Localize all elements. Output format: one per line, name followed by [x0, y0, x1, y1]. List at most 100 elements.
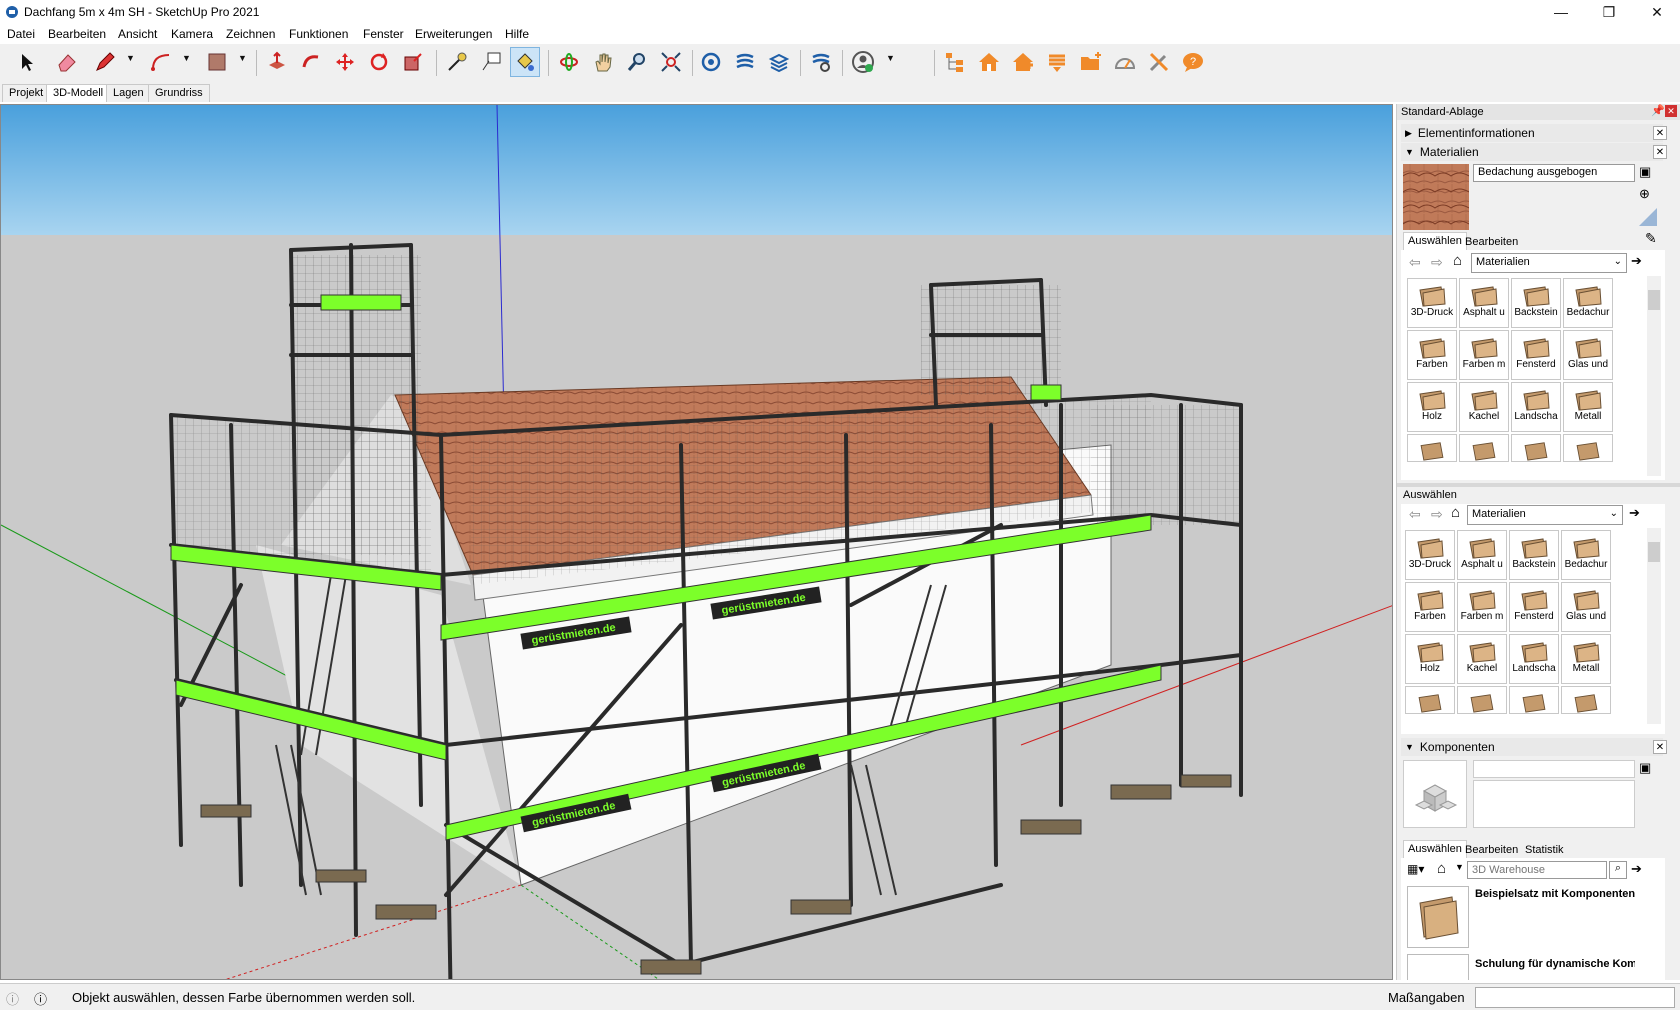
tab-lagen[interactable]: Lagen — [106, 84, 151, 102]
credits-icon[interactable]: ⓘ — [34, 989, 47, 1008]
material-item-partial[interactable] — [1459, 434, 1509, 462]
tray-close-icon[interactable]: ✕ — [1665, 105, 1677, 117]
line-dropdown-icon[interactable]: ▼ — [126, 53, 135, 63]
menu-funktionen[interactable]: Funktionen — [289, 27, 348, 41]
secondary-scrollbar[interactable] — [1647, 528, 1661, 724]
secondary-material-item[interactable]: Asphalt u — [1457, 530, 1507, 580]
plugin-tools-button[interactable] — [1144, 47, 1174, 77]
extension-warehouse-button[interactable] — [730, 47, 760, 77]
material-item-partial[interactable] — [1407, 434, 1457, 462]
secondary-material-item[interactable]: Landscha — [1509, 634, 1559, 684]
components-close-icon[interactable]: ✕ — [1653, 740, 1667, 754]
pin-icon[interactable]: 📌 — [1651, 104, 1665, 117]
component-result-thumb[interactable] — [1407, 886, 1469, 948]
arc-tool-button[interactable] — [146, 47, 176, 77]
material-item[interactable]: Farben m — [1459, 330, 1509, 380]
menu-hilfe[interactable]: Hilfe — [505, 27, 529, 41]
component-result-title[interactable]: Beispielsatz mit Komponenten — [1475, 888, 1635, 900]
component-result-title[interactable]: Schulung für dynamische Kom — [1475, 958, 1635, 970]
menu-ansicht[interactable]: Ansicht — [118, 27, 157, 41]
drawing-viewport[interactable]: gerüstmieten.de gerüstmieten.de gerüstmi… — [0, 104, 1393, 980]
text-tool-button[interactable] — [476, 47, 506, 77]
secondary-material-item[interactable]: Metall — [1561, 634, 1611, 684]
secondary-material-item[interactable]: Farben m — [1457, 582, 1507, 632]
eraser-tool-button[interactable] — [52, 47, 82, 77]
secondary-material-item[interactable]: Farben — [1405, 582, 1455, 632]
material-item[interactable]: Metall — [1563, 382, 1613, 432]
select-tool-button[interactable] — [12, 47, 42, 77]
component-description-field[interactable] — [1473, 780, 1635, 828]
display-secondary-icon[interactable]: ▣ — [1639, 760, 1651, 776]
secondary-material-item[interactable]: Holz — [1405, 634, 1455, 684]
secondary-material-item-partial[interactable] — [1561, 686, 1611, 714]
material-item[interactable]: Kachel — [1459, 382, 1509, 432]
zoom-button[interactable] — [622, 47, 652, 77]
rectangle-dropdown-icon[interactable]: ▼ — [238, 53, 247, 63]
plugin-house-button[interactable] — [974, 47, 1004, 77]
restore-button[interactable]: ❐ — [1586, 0, 1632, 24]
orbit-button[interactable] — [554, 47, 584, 77]
materials-close-icon[interactable]: ✕ — [1653, 145, 1667, 159]
arc-dropdown-icon[interactable]: ▼ — [182, 53, 191, 63]
plugin-gauge-button[interactable] — [1110, 47, 1140, 77]
materials-scrollbar[interactable] — [1647, 276, 1661, 476]
material-item[interactable]: Farben — [1407, 330, 1457, 380]
menu-bearbeiten[interactable]: Bearbeiten — [48, 27, 106, 41]
menu-datei[interactable]: Datei — [7, 27, 35, 41]
secondary-material-item[interactable]: 3D-Druck — [1405, 530, 1455, 580]
material-item-partial[interactable] — [1511, 434, 1561, 462]
menu-zeichnen[interactable]: Zeichnen — [226, 27, 275, 41]
view-options-icon[interactable]: ▦▾ — [1407, 862, 1424, 876]
plugin-help-button[interactable]: ? — [1178, 47, 1208, 77]
account-button[interactable] — [848, 47, 878, 77]
rotate-tool-button[interactable] — [364, 47, 394, 77]
details-arrow-icon[interactable]: ➔ — [1629, 505, 1640, 521]
plugin-folder-button[interactable] — [1076, 47, 1106, 77]
material-item-partial[interactable] — [1563, 434, 1613, 462]
material-item[interactable]: Backstein — [1511, 278, 1561, 328]
home-icon[interactable]: ⌂ — [1453, 252, 1462, 269]
chevron-down-icon[interactable]: ▼ — [1455, 862, 1464, 872]
details-arrow-icon[interactable]: ➔ — [1631, 861, 1642, 877]
secondary-library-select[interactable]: Materialien ⌄ — [1467, 505, 1623, 525]
tab-3d-modell[interactable]: 3D-Modell — [46, 84, 111, 102]
secondary-material-item[interactable]: Backstein — [1509, 530, 1559, 580]
menu-fenster[interactable]: Fenster — [363, 27, 404, 41]
tab-grundriss[interactable]: Grundriss — [148, 84, 210, 102]
secondary-material-item-partial[interactable] — [1509, 686, 1559, 714]
push-pull-button[interactable] — [262, 47, 292, 77]
material-item[interactable]: Holz — [1407, 382, 1457, 432]
plugin-stack-button[interactable] — [1042, 47, 1072, 77]
material-item[interactable]: Glas und — [1563, 330, 1613, 380]
secondary-material-item[interactable]: Kachel — [1457, 634, 1507, 684]
back-arrow-icon[interactable]: ⇦ — [1409, 254, 1421, 271]
create-material-icon[interactable]: ⊕ — [1639, 186, 1650, 202]
scale-tool-button[interactable] — [398, 47, 428, 77]
menu-kamera[interactable]: Kamera — [171, 27, 213, 41]
home-icon[interactable]: ⌂ — [1451, 504, 1460, 521]
secondary-material-item[interactable]: Bedachur — [1561, 530, 1611, 580]
paint-bucket-button[interactable] — [510, 47, 540, 77]
account-dropdown-icon[interactable]: ▼ — [886, 53, 895, 63]
components-tab-select[interactable]: Auswählen — [1403, 840, 1467, 858]
search-icon[interactable]: ⌕ — [1609, 861, 1627, 879]
layers-button[interactable] — [764, 47, 794, 77]
secondary-material-item-partial[interactable] — [1405, 686, 1455, 714]
material-item[interactable]: Fensterd — [1511, 330, 1561, 380]
secondary-material-item[interactable]: Glas und — [1561, 582, 1611, 632]
geo-location-icon[interactable]: ⓘ — [6, 989, 19, 1008]
home-icon[interactable]: ⌂ — [1437, 860, 1446, 877]
warehouse-search-input[interactable] — [1467, 861, 1607, 879]
forward-arrow-icon[interactable]: ⇨ — [1431, 254, 1443, 271]
default-material-icon[interactable] — [1639, 208, 1657, 226]
component-result-thumb[interactable] — [1407, 954, 1469, 980]
line-tool-button[interactable] — [90, 47, 120, 77]
close-button[interactable]: ✕ — [1634, 0, 1680, 24]
entity-info-close-icon[interactable]: ✕ — [1653, 126, 1667, 140]
minimize-button[interactable]: — — [1538, 0, 1584, 24]
components-header[interactable]: ▼ Komponenten — [1401, 738, 1663, 756]
zoom-extents-button[interactable] — [656, 47, 686, 77]
tab-projekt[interactable]: Projekt — [2, 84, 51, 102]
material-item[interactable]: Asphalt u — [1459, 278, 1509, 328]
warehouse-button[interactable] — [696, 47, 726, 77]
